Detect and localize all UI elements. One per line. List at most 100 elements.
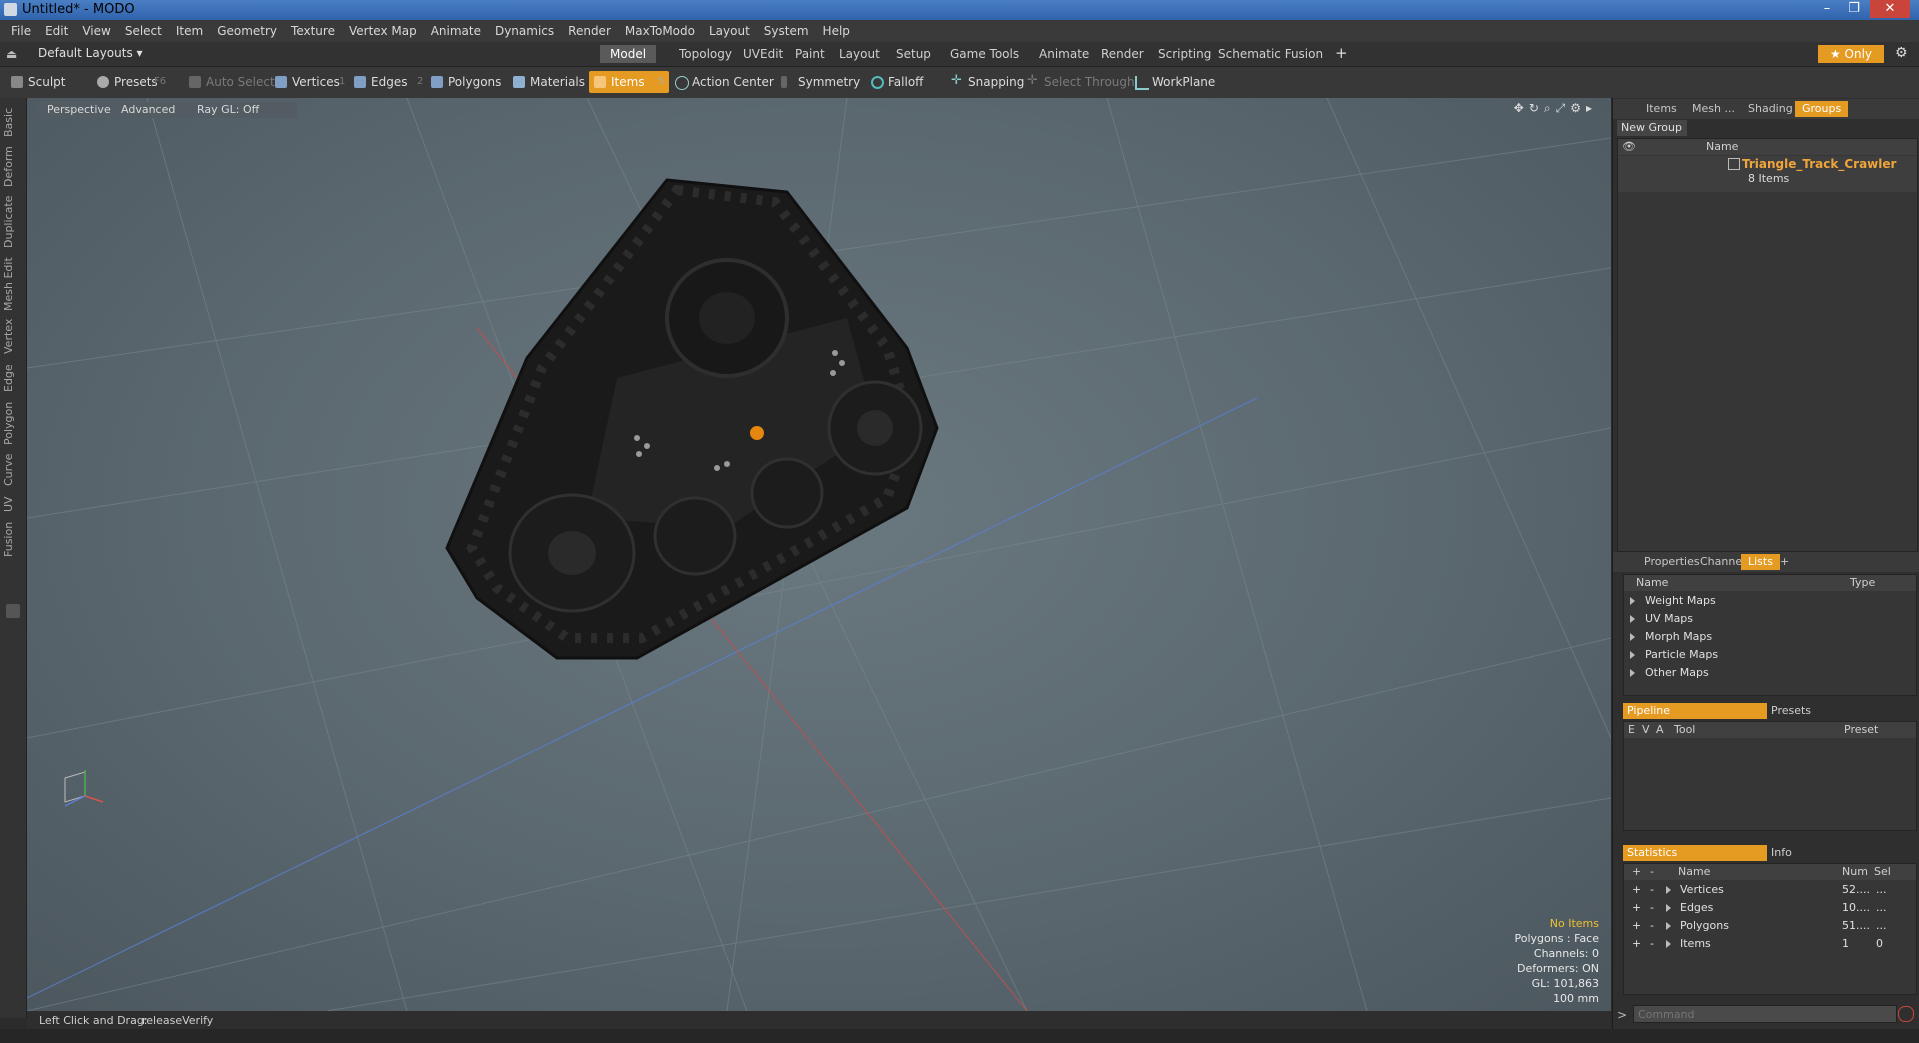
panel-tab-items[interactable]: Items <box>1639 101 1684 117</box>
list-item[interactable]: UV Maps <box>1624 610 1919 628</box>
tab-paint[interactable]: Paint <box>785 45 835 63</box>
remove-stat-icon[interactable]: - <box>1650 917 1654 935</box>
list-item[interactable]: Other Maps <box>1624 664 1919 682</box>
presets-tab[interactable]: Presets <box>1765 703 1911 719</box>
side-tab-vertex[interactable]: Vertex <box>2 316 22 356</box>
menu-render[interactable]: Render <box>561 20 618 42</box>
add-stat-icon[interactable]: + <box>1632 917 1641 935</box>
panel-tab-shading[interactable]: Shading <box>1741 101 1800 117</box>
layout-selector[interactable]: Default Layouts ▾ <box>38 46 143 60</box>
expand-arrow-icon[interactable] <box>1630 651 1635 659</box>
info-tab[interactable]: Info <box>1765 845 1911 861</box>
stats-row[interactable]: + - Polygons 51....... <box>1624 917 1916 935</box>
menu-system[interactable]: System <box>757 20 816 42</box>
only-button[interactable]: ★ Only <box>1818 45 1884 63</box>
add-stat-icon[interactable]: + <box>1632 881 1641 899</box>
gear-icon[interactable]: ⚙ <box>1895 45 1908 61</box>
menu-item[interactable]: Item <box>169 20 210 42</box>
expand-all-icon[interactable]: + <box>1632 864 1641 880</box>
list-item[interactable]: Particle Maps <box>1624 646 1919 664</box>
add-stat-icon[interactable]: + <box>1632 935 1641 953</box>
tab-topology[interactable]: Topology <box>669 45 742 63</box>
snapping-button[interactable]: ✛ Snapping <box>946 71 1030 93</box>
menu-help[interactable]: Help <box>816 20 857 42</box>
new-group-button[interactable]: New Group <box>1617 120 1687 136</box>
expand-arrow-icon[interactable] <box>1666 904 1671 912</box>
side-tab-deform[interactable]: Deform <box>2 144 22 190</box>
falloff-button[interactable]: Falloff <box>866 71 929 93</box>
expand-arrow-icon[interactable] <box>1630 597 1635 605</box>
stats-row[interactable]: + - Edges 10....... <box>1624 899 1916 917</box>
add-layout-button[interactable]: + <box>1335 44 1348 62</box>
polygons-button[interactable]: Polygons <box>426 71 507 93</box>
expand-arrow-icon[interactable] <box>1630 669 1635 677</box>
expand-arrow-icon[interactable] <box>1666 940 1671 948</box>
remove-stat-icon[interactable]: - <box>1650 899 1654 917</box>
side-tab-mesh-edit[interactable]: Mesh Edit <box>2 256 22 312</box>
record-icon[interactable] <box>1898 1006 1914 1022</box>
list-item[interactable]: Weight Maps <box>1624 592 1919 610</box>
raygl-toggle[interactable]: Ray GL: Off <box>187 102 297 118</box>
menu-layout[interactable]: Layout <box>702 20 757 42</box>
shading-dropdown[interactable]: Advanced <box>111 102 197 118</box>
close-button[interactable]: ✕ <box>1870 0 1910 18</box>
materials-button[interactable]: Materials <box>508 71 591 93</box>
remove-stat-icon[interactable]: - <box>1650 935 1654 953</box>
edges-button[interactable]: Edges <box>349 71 413 93</box>
action-center-button[interactable]: Action Center <box>670 71 780 93</box>
menu-file[interactable]: File <box>4 20 38 42</box>
viewport-nav-icons[interactable]: ✥↻⌕⤢⚙▸ <box>1514 101 1597 116</box>
menu-texture[interactable]: Texture <box>284 20 342 42</box>
sculpt-button[interactable]: Sculpt <box>6 71 71 93</box>
triangle-track-crawler-model[interactable] <box>445 178 939 660</box>
remove-stat-icon[interactable]: - <box>1650 881 1654 899</box>
3d-viewport[interactable]: Perspective Advanced Ray GL: Off ✥↻⌕⤢⚙▸ … <box>27 98 1611 1011</box>
menu-select[interactable]: Select <box>118 20 169 42</box>
expand-arrow-icon[interactable] <box>1666 922 1671 930</box>
select-through-button[interactable]: ✛ Select Through <box>1022 71 1141 93</box>
menu-geometry[interactable]: Geometry <box>210 20 284 42</box>
side-tab-polygon[interactable]: Polygon <box>2 400 22 446</box>
palette-toggle-icon[interactable] <box>6 604 20 618</box>
tab-game-tools[interactable]: Game Tools <box>940 45 1029 63</box>
menu-view[interactable]: View <box>75 20 117 42</box>
menu-maxtomodo[interactable]: MaxToModo <box>618 20 702 42</box>
side-tab-basic[interactable]: Basic <box>2 104 22 140</box>
side-tab-uv[interactable]: UV <box>2 494 22 514</box>
statistics-tab[interactable]: Statistics <box>1623 845 1767 861</box>
menu-vertex-map[interactable]: Vertex Map <box>342 20 424 42</box>
add-tab-button[interactable]: + <box>1773 554 1796 570</box>
tab-model[interactable]: Model <box>600 45 657 63</box>
tab-setup[interactable]: Setup <box>886 45 941 63</box>
side-tab-duplicate[interactable]: Duplicate <box>2 194 22 250</box>
visibility-icon[interactable]: 👁 <box>1622 139 1636 155</box>
tab-layout[interactable]: Layout <box>829 45 890 63</box>
expand-arrow-icon[interactable] <box>1630 615 1635 623</box>
menu-animate[interactable]: Animate <box>424 20 488 42</box>
collapse-all-icon[interactable]: - <box>1650 864 1654 880</box>
panel-tab-mesh-[interactable]: Mesh ... <box>1685 101 1742 117</box>
menu-edit[interactable]: Edit <box>38 20 75 42</box>
presets-button[interactable]: Presets <box>92 71 164 93</box>
stats-row[interactable]: + - Items 1 0 <box>1624 935 1916 953</box>
side-tab-curve[interactable]: Curve <box>2 450 22 490</box>
maximize-button[interactable]: ❐ <box>1842 0 1866 18</box>
group-row[interactable]: Triangle_Track_Crawler 8 Items <box>1618 156 1917 192</box>
group-name[interactable]: Triangle_Track_Crawler <box>1742 157 1896 171</box>
side-tab-fusion[interactable]: Fusion <box>2 518 22 560</box>
side-tab-edge[interactable]: Edge <box>2 360 22 396</box>
command-input[interactable] <box>1633 1005 1897 1023</box>
auto-select-button[interactable]: Auto Select <box>184 71 281 93</box>
menu-dynamics[interactable]: Dynamics <box>488 20 561 42</box>
tab-animate[interactable]: Animate <box>1029 45 1099 63</box>
list-item[interactable]: Morph Maps <box>1624 628 1919 646</box>
items-button[interactable]: Items <box>589 71 669 93</box>
tab-render[interactable]: Render <box>1091 45 1154 63</box>
vertices-button[interactable]: Vertices <box>270 71 346 93</box>
minimize-button[interactable]: – <box>1815 0 1839 18</box>
tab-schematic-fusion[interactable]: Schematic Fusion <box>1208 45 1333 63</box>
stats-row[interactable]: + - Vertices 52....... <box>1624 881 1916 899</box>
add-stat-icon[interactable]: + <box>1632 899 1641 917</box>
workplane-button[interactable]: WorkPlane <box>1130 71 1221 93</box>
layout-toggle-icon[interactable]: ⏏ <box>6 47 20 61</box>
